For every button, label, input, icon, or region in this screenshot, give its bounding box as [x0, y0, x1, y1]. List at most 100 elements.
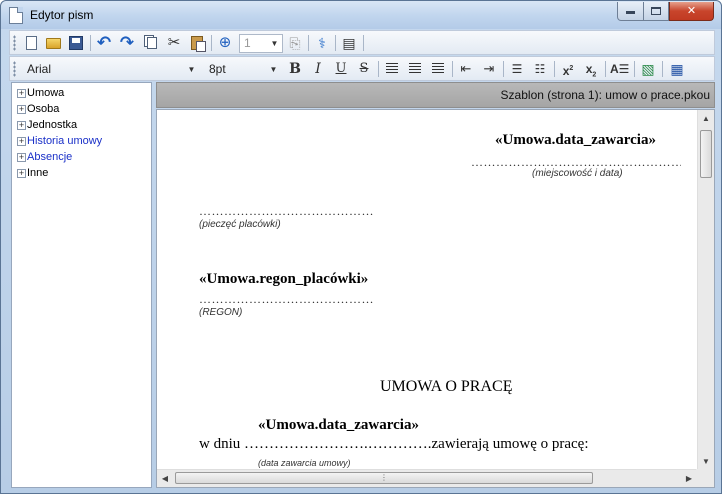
bullet-list-icon: ☷ — [534, 62, 546, 76]
expand-icon[interactable]: + — [17, 137, 26, 146]
template-title: Szablon (strona 1): umow o prace.pkou — [500, 88, 710, 102]
field-tree: + Umowa + Osoba + Jednostka + Historia umowy… — [11, 82, 152, 488]
date-field-2[interactable]: «Umowa.data_zawarcia» — [258, 417, 419, 434]
toolbar-separator — [378, 61, 379, 77]
toolbar-separator — [308, 35, 309, 51]
redo-icon: ↷ — [119, 33, 135, 52]
bold-button[interactable]: B — [286, 60, 304, 78]
window-title: Edytor pism — [30, 8, 94, 22]
table-icon: ▦ — [670, 61, 684, 77]
outdent-button[interactable]: ⇤ — [457, 60, 475, 78]
regon-hint: (REGON) — [199, 307, 243, 318]
regon-field[interactable]: «Umowa.regon_placówki» — [199, 271, 368, 288]
line-dots: …………………….…………. — [244, 436, 432, 452]
scroll-right-icon[interactable]: ▶ — [681, 470, 697, 487]
document-page[interactable]: «Umowa.data_zawarcia» …………………………………………… … — [157, 110, 697, 470]
document-area[interactable]: «Umowa.data_zawarcia» …………………………………………… … — [156, 109, 715, 488]
subscript-button[interactable]: x2 — [582, 60, 600, 78]
paste-button[interactable] — [188, 34, 206, 52]
tree-item-label: Absencje — [27, 151, 73, 163]
redo-button[interactable]: ↷ — [118, 34, 136, 52]
format-toolbar: Arial ▼ 8pt ▼ B I U S ⇤ ⇥ ☰ ☷ x2 x2 A☰ ▧… — [9, 56, 715, 81]
toolbar-grip[interactable] — [13, 35, 16, 51]
save-button[interactable] — [67, 34, 85, 52]
tree-item-umowa[interactable]: + Umowa — [17, 85, 64, 101]
scroll-left-icon[interactable]: ◀ — [157, 470, 173, 487]
toolbar-grip[interactable] — [13, 61, 16, 77]
document-app-icon — [9, 7, 23, 24]
scroll-up-icon[interactable]: ▲ — [698, 110, 714, 127]
new-document-button[interactable] — [22, 34, 40, 52]
underline-button[interactable]: U — [332, 60, 350, 78]
bullet-list-button[interactable]: ☷ — [531, 60, 549, 78]
horizontal-scrollbar[interactable]: ◀ ⋮ ▶ — [157, 469, 697, 487]
copy-button[interactable] — [142, 34, 160, 52]
page-select[interactable]: 1 ▼ — [239, 34, 283, 53]
expand-icon[interactable]: + — [17, 121, 26, 130]
image-icon: ▧ — [641, 61, 655, 77]
font-name-select[interactable]: Arial ▼ — [22, 60, 200, 79]
template-button[interactable]: ▤ — [340, 34, 358, 52]
expand-icon[interactable]: + — [17, 89, 26, 98]
italic-button[interactable]: I — [309, 60, 327, 78]
maximize-icon — [651, 7, 661, 15]
tree-item-inne[interactable]: + Inne — [17, 165, 48, 181]
tree-item-label: Historia umowy — [27, 135, 103, 147]
font-settings-button[interactable]: A☰ — [610, 60, 630, 78]
paste-icon — [191, 36, 206, 52]
align-right-button[interactable] — [429, 60, 447, 78]
font-size-select[interactable]: 8pt ▼ — [204, 60, 282, 79]
close-button[interactable]: ✕ — [669, 2, 714, 21]
date-field[interactable]: «Umowa.data_zawarcia» — [495, 132, 656, 149]
expand-icon[interactable]: + — [17, 105, 26, 114]
font-name-value: Arial — [27, 62, 52, 76]
toolbar-separator — [634, 61, 635, 77]
field-tool-icon: ⚕ — [318, 35, 326, 51]
insert-image-button[interactable]: ▧ — [639, 60, 657, 78]
align-center-button[interactable] — [406, 60, 424, 78]
insert-table-button[interactable]: ▦ — [668, 60, 686, 78]
horizontal-scroll-thumb[interactable]: ⋮ — [175, 472, 593, 484]
numbered-list-icon: ☰ — [511, 62, 523, 76]
scrollbar-corner — [696, 469, 714, 487]
field-tool-button[interactable]: ⚕ — [313, 34, 331, 52]
tree-item-osoba[interactable]: + Osoba — [17, 101, 59, 117]
document-heading: UMOWA O PRACĘ — [380, 378, 513, 395]
superscript-button[interactable]: x2 — [559, 60, 577, 78]
template-header: Szablon (strona 1): umow o prace.pkou — [156, 82, 715, 108]
numbered-list-button[interactable]: ☰ — [508, 60, 526, 78]
chevron-down-icon: ▼ — [187, 65, 196, 74]
expand-icon[interactable]: + — [17, 153, 26, 162]
stamp-hint: (pieczęć placówki) — [199, 219, 281, 230]
toolbar-separator — [211, 35, 212, 51]
tree-item-jednostka[interactable]: + Jednostka — [17, 117, 77, 133]
open-button[interactable] — [44, 34, 62, 52]
cut-button[interactable]: ✂ — [165, 34, 183, 52]
tree-item-absencje[interactable]: + Absencje — [17, 149, 72, 165]
maximize-button[interactable] — [643, 2, 669, 21]
tree-item-label: Osoba — [27, 103, 60, 115]
tree-item-historia-umowy[interactable]: + Historia umowy — [17, 133, 102, 149]
toolbar-separator — [90, 35, 91, 51]
vertical-scrollbar[interactable]: ▲ ▼ — [697, 110, 714, 470]
scroll-down-icon[interactable]: ▼ — [698, 453, 714, 470]
title-bar: Edytor pism ✕ — [1, 1, 721, 29]
toolbar-separator — [503, 61, 504, 77]
font-settings-icon: A☰ — [610, 62, 630, 76]
date-hint: (miejscowość i data) — [532, 168, 623, 179]
vertical-scroll-thumb[interactable] — [700, 130, 712, 178]
toolbar-separator — [452, 61, 453, 77]
align-left-button[interactable] — [383, 60, 401, 78]
indent-button[interactable]: ⇥ — [480, 60, 498, 78]
delete-page-button[interactable]: ⎘ — [286, 34, 304, 52]
undo-button[interactable]: ↶ — [95, 34, 113, 52]
cut-icon: ✂ — [167, 34, 181, 51]
undo-icon: ↶ — [96, 33, 112, 52]
add-page-button[interactable]: ⊕ — [216, 34, 234, 52]
expand-icon[interactable]: + — [17, 169, 26, 178]
close-icon: ✕ — [686, 5, 697, 17]
editor-window: Edytor pism ✕ ↶ ↷ ✂ ⊕ 1 ▼ ⎘ ⚕ ▤ Arial ▼ — [0, 0, 722, 494]
tree-item-label: Inne — [27, 167, 49, 179]
strikethrough-button[interactable]: S — [355, 60, 373, 78]
minimize-button[interactable] — [617, 2, 644, 21]
